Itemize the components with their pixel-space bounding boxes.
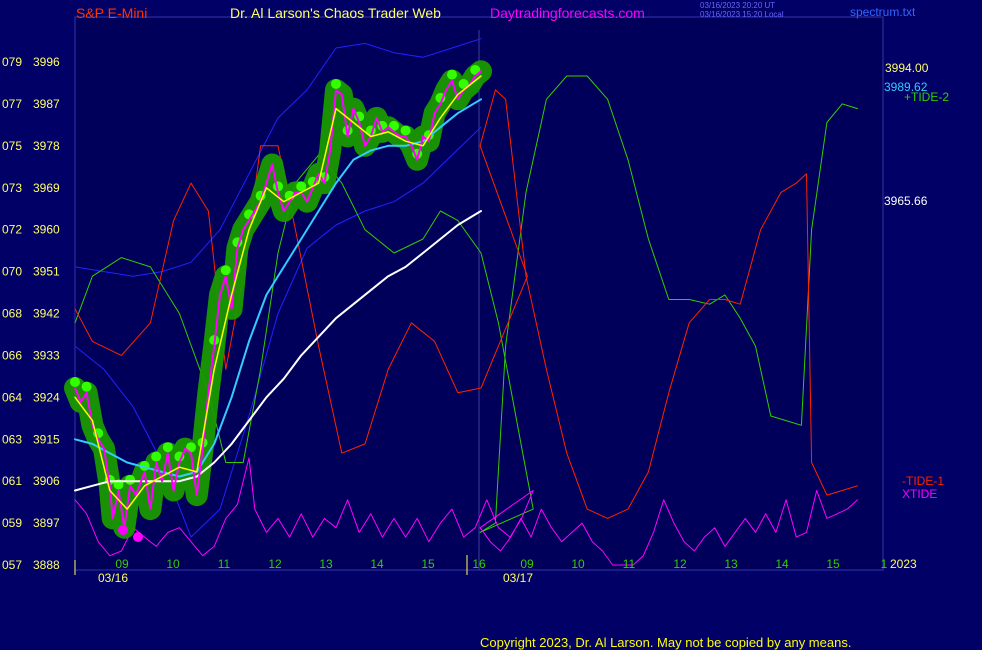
date-label-2: 03/17 bbox=[503, 571, 533, 585]
y-tick-code: 059 bbox=[2, 516, 22, 530]
y-tick-price: 3942 bbox=[33, 307, 60, 321]
site-url[interactable]: Daytradingforecasts.com bbox=[490, 5, 645, 21]
x-tick-day2: 15 bbox=[826, 557, 840, 571]
x-tick-day2: 10 bbox=[571, 557, 585, 571]
x-tick-day2: 14 bbox=[775, 557, 789, 571]
y-tick-code: 061 bbox=[2, 474, 22, 488]
x-tick-day2: 12 bbox=[673, 557, 687, 571]
y-tick-code: 063 bbox=[2, 432, 22, 446]
y-tick-price: 3897 bbox=[33, 516, 60, 530]
x-tick-day1: 09 bbox=[115, 557, 129, 571]
price-glow-dot bbox=[125, 474, 136, 485]
x-tick-day1: 14 bbox=[370, 557, 384, 571]
year-label: 2023 bbox=[890, 557, 917, 571]
y-tick-price: 3888 bbox=[33, 558, 60, 572]
low-marker bbox=[118, 525, 128, 535]
y-tick-code: 077 bbox=[2, 97, 22, 111]
y-tick-price: 3924 bbox=[33, 390, 60, 404]
x-tick-day1: 10 bbox=[166, 557, 180, 571]
y-tick-code: 064 bbox=[2, 390, 22, 404]
x-tick-day2: 11 bbox=[623, 557, 636, 571]
x-tick-day1: 11 bbox=[218, 557, 231, 571]
x-tick-day2: 1 bbox=[881, 557, 888, 571]
y-tick-price: 3969 bbox=[33, 181, 60, 195]
price-glow-dot bbox=[81, 381, 92, 392]
y-tick-price: 3951 bbox=[33, 265, 60, 279]
price-glow-dot bbox=[400, 125, 411, 136]
y-tick-price: 3996 bbox=[33, 55, 60, 69]
y-tick-price: 3915 bbox=[33, 432, 60, 446]
y-tick-code: 075 bbox=[2, 139, 22, 153]
low-marker bbox=[133, 532, 143, 542]
label-price-high: 3994.00 bbox=[885, 61, 929, 75]
x-tick-day2: 13 bbox=[724, 557, 738, 571]
y-tick-price: 3906 bbox=[33, 474, 60, 488]
x-tick-day2: 09 bbox=[520, 557, 534, 571]
y-tick-price: 3933 bbox=[33, 348, 60, 362]
price-glow-dot bbox=[220, 265, 231, 276]
copyright-notice: Copyright 2023, Dr. Al Larson. May not b… bbox=[480, 635, 852, 650]
label-tide2: +TIDE-2 bbox=[904, 90, 949, 104]
x-tick-day1: 12 bbox=[268, 557, 282, 571]
y-tick-code: 072 bbox=[2, 223, 22, 237]
date-label-1: 03/16 bbox=[98, 571, 128, 585]
x-tick-day1: 16 bbox=[472, 557, 486, 571]
y-tick-code: 070 bbox=[2, 265, 22, 279]
y-tick-code: 068 bbox=[2, 307, 22, 321]
price-glow-dot bbox=[162, 442, 173, 453]
x-tick-day1: 13 bbox=[319, 557, 333, 571]
label-tide1: -TIDE-1 bbox=[902, 474, 944, 488]
timestamp-local: 03/16/2023 15:20 Local bbox=[700, 10, 784, 19]
y-tick-price: 3978 bbox=[33, 139, 60, 153]
y-tick-code: 057 bbox=[2, 558, 22, 572]
y-tick-price: 3960 bbox=[33, 223, 60, 237]
chart-symbol: S&P E-Mini bbox=[76, 5, 148, 21]
site-title: Dr. Al Larson's Chaos Trader Web bbox=[230, 5, 441, 21]
price-glow-dot bbox=[70, 377, 80, 388]
y-tick-code: 079 bbox=[2, 55, 22, 69]
y-tick-code: 073 bbox=[2, 181, 22, 195]
label-price-slow: 3965.66 bbox=[884, 194, 928, 208]
price-glow-dot bbox=[331, 78, 341, 89]
y-tick-code: 066 bbox=[2, 348, 22, 362]
chart-canvas: 079 3996 077 3987 075 3978 073 3969 072 3960 070 39… bbox=[2, 16, 949, 585]
spectrum-file-label: spectrum.txt bbox=[850, 5, 916, 19]
price-glow-dot bbox=[447, 69, 457, 80]
label-xtide: XTIDE bbox=[902, 487, 937, 501]
y-tick-price: 3987 bbox=[33, 97, 60, 111]
price-glow-dot bbox=[151, 451, 162, 462]
timestamp-ut: 03/16/2023 20:20 UT bbox=[700, 1, 776, 10]
x-tick-day1: 15 bbox=[421, 557, 435, 571]
